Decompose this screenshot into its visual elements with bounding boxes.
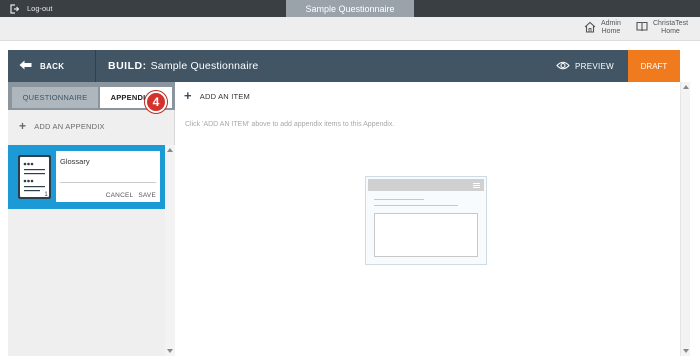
appendix-edit-box: Glossary CANCEL SAVE (56, 151, 160, 202)
save-button[interactable]: SAVE (138, 192, 156, 199)
questionnaire-tab[interactable]: Sample Questionnaire (286, 0, 414, 17)
user-nav-strip: Admin Home ChristaTest Home (0, 17, 700, 41)
preview-label: PREVIEW (575, 61, 614, 71)
user-home-link[interactable]: ChristaTest Home (636, 20, 688, 36)
add-appendix-label: ADD AN APPENDIX (34, 121, 105, 131)
user-home-label-1: ChristaTest (653, 20, 689, 27)
top-bar: Log-out Sample Questionnaire (0, 0, 700, 17)
admin-home-label-2: Home (601, 28, 621, 35)
preview-button[interactable]: PREVIEW (556, 50, 614, 82)
back-button[interactable]: BACK (8, 50, 96, 82)
plus-icon: + (19, 119, 27, 133)
appendix-item[interactable]: 1 Glossary CANCEL SAVE (8, 145, 165, 209)
scroll-up-icon[interactable] (683, 85, 689, 89)
plus-icon: + (184, 88, 192, 103)
sidebar-scrollbar[interactable] (165, 145, 175, 356)
scroll-up-icon[interactable] (167, 148, 173, 152)
logout-icon (10, 3, 19, 14)
scroll-down-icon[interactable] (167, 349, 173, 353)
user-home-label-2: Home (661, 28, 680, 35)
add-item-button[interactable]: + ADD AN ITEM (184, 88, 250, 103)
page-title-prefix: BUILD: (108, 60, 147, 72)
illustration-box (374, 213, 478, 257)
book-icon (636, 21, 648, 35)
illustration-line (374, 205, 458, 206)
status-badge: DRAFT (628, 50, 680, 86)
add-appendix-button[interactable]: + ADD AN APPENDIX (8, 114, 175, 138)
build-header: BACK BUILD: Sample Questionnaire PREVIEW… (8, 50, 680, 86)
tab-questionnaire[interactable]: QUESTIONNAIRE (12, 87, 98, 108)
appendix-name-input[interactable]: Glossary (60, 155, 156, 183)
scroll-down-icon[interactable] (683, 349, 689, 353)
page-title: BUILD: Sample Questionnaire (108, 50, 258, 82)
back-label: BACK (40, 61, 65, 71)
arrow-left-icon (19, 60, 32, 72)
admin-home-link[interactable]: Admin Home (584, 20, 621, 36)
add-item-label: ADD AN ITEM (199, 91, 250, 101)
step-badge: 4 (145, 91, 167, 113)
menu-icon (473, 183, 480, 188)
admin-home-label-1: Admin (601, 20, 621, 27)
empty-state-illustration (365, 176, 487, 265)
content-scrollbar[interactable] (680, 82, 690, 356)
logout-label: Log-out (27, 4, 53, 13)
illustration-header (368, 179, 484, 191)
logout-link[interactable]: Log-out (10, 0, 52, 17)
document-icon: 1 (17, 154, 52, 200)
illustration-line (374, 199, 424, 200)
appendix-content-pane: + ADD AN ITEM Click 'ADD AN ITEM' above … (176, 82, 680, 356)
cancel-button[interactable]: CANCEL (106, 192, 134, 199)
appendix-edit-actions: CANCEL SAVE (106, 192, 156, 199)
empty-hint: Click 'ADD AN ITEM' above to add appendi… (185, 121, 395, 128)
page-title-text: Sample Questionnaire (150, 60, 259, 72)
appendix-sidebar: QUESTIONNAIRE APPENDICES + ADD AN APPEND… (8, 82, 175, 356)
home-icon (584, 21, 596, 36)
eye-icon (556, 61, 570, 72)
